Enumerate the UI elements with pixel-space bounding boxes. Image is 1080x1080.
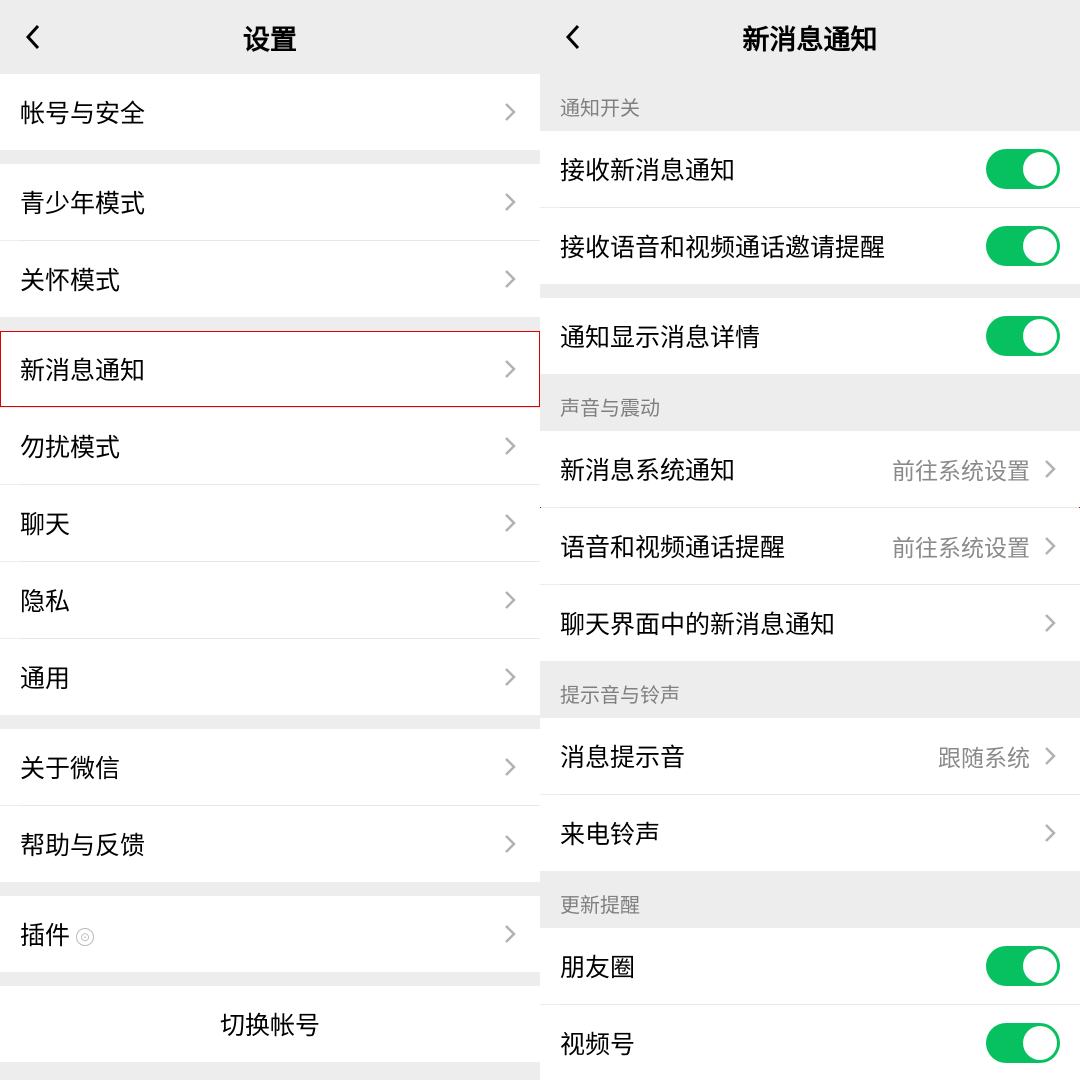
row-label: 帮助与反馈 [20,826,500,862]
row-label: 来电铃声 [560,815,1040,851]
row-label: 通用 [20,659,500,695]
row-value: 前往系统设置 [892,529,1030,563]
chevron-right-icon [500,269,520,289]
chevron-right-icon [500,924,520,944]
toggle-switch[interactable] [986,1023,1060,1063]
page-title: 设置 [0,18,540,57]
row-help-feedback[interactable]: 帮助与反馈 [0,806,540,882]
row-youth-mode[interactable]: 青少年模式 [0,164,540,240]
chevron-right-icon [500,359,520,379]
back-button[interactable] [558,21,590,53]
chevron-right-icon [1040,536,1060,556]
row-label: 语音和视频通话提醒 [560,528,892,564]
row-label: 帐号与安全 [20,94,500,130]
row-receive-new-message[interactable]: 接收新消息通知 [540,131,1080,207]
row-message-alert-tone[interactable]: 消息提示音 跟随系统 [540,718,1080,794]
section-header-sound-vibration: 声音与震动 [540,374,1080,431]
chevron-right-icon [500,757,520,777]
chevron-right-icon [500,192,520,212]
notifications-header: 新消息通知 [540,0,1080,74]
row-label: 插件 ⊙ [20,916,500,952]
plugin-icon: ⊙ [76,928,94,946]
settings-header: 设置 [0,0,540,74]
chevron-right-icon [1040,823,1060,843]
chevron-right-icon [1040,746,1060,766]
section-header-update-reminder: 更新提醒 [540,871,1080,928]
row-label: 接收语音和视频通话邀请提醒 [560,228,986,264]
row-label: 隐私 [20,582,500,618]
row-label: 新消息系统通知 [560,451,892,487]
toggle-switch[interactable] [986,316,1060,356]
section-gap [0,1062,540,1076]
row-label: 聊天 [20,505,500,541]
section-gap [0,715,540,729]
section-gap [0,150,540,164]
back-button[interactable] [18,21,50,53]
toggle-switch[interactable] [986,226,1060,266]
chevron-right-icon [1040,613,1060,633]
chevron-right-icon [500,667,520,687]
chevron-right-icon [500,590,520,610]
settings-panel: 设置 帐号与安全 青少年模式 关怀模式 新消息通知 勿扰模式 [0,0,540,1080]
section-gap [0,882,540,896]
notifications-scroll[interactable]: 通知开关 接收新消息通知 接收语音和视频通话邀请提醒 通知显示消息详情 声音与震… [540,74,1080,1080]
row-account-security[interactable]: 帐号与安全 [0,74,540,150]
toggle-switch[interactable] [986,946,1060,986]
row-new-message-notifications[interactable]: 新消息通知 [0,331,540,407]
row-value: 跟随系统 [938,739,1030,773]
row-show-message-detail[interactable]: 通知显示消息详情 [540,298,1080,374]
row-system-notification-new-message[interactable]: 新消息系统通知 前往系统设置 [540,431,1080,507]
row-value: 前往系统设置 [892,452,1030,486]
chevron-right-icon [500,834,520,854]
row-label: 聊天界面中的新消息通知 [560,605,1040,641]
switch-account-label: 切换帐号 [220,1006,320,1042]
notifications-panel: 新消息通知 通知开关 接收新消息通知 接收语音和视频通话邀请提醒 通知显示消息详… [540,0,1080,1080]
row-do-not-disturb[interactable]: 勿扰模式 [0,408,540,484]
row-moments[interactable]: 朋友圈 [540,928,1080,1004]
row-label: 通知显示消息详情 [560,318,986,354]
row-in-chat-new-message[interactable]: 聊天界面中的新消息通知 [540,585,1080,661]
row-label: 消息提示音 [560,738,938,774]
section-gap [540,284,1080,298]
row-care-mode[interactable]: 关怀模式 [0,241,540,317]
switch-account-button[interactable]: 切换帐号 [0,986,540,1062]
row-label: 朋友圈 [560,948,986,984]
row-label-text: 插件 [20,922,70,950]
row-voice-video-call-reminder[interactable]: 语音和视频通话提醒 前往系统设置 [540,508,1080,584]
highlighted-group: 新消息系统通知 前往系统设置 语音和视频通话提醒 前往系统设置 [540,431,1080,584]
row-plugins[interactable]: 插件 ⊙ [0,896,540,972]
settings-scroll[interactable]: 帐号与安全 青少年模式 关怀模式 新消息通知 勿扰模式 聊天 [0,74,540,1080]
row-label: 关怀模式 [20,261,500,297]
section-gap [0,972,540,986]
chevron-right-icon [500,513,520,533]
row-label: 视频号 [560,1025,986,1061]
row-privacy[interactable]: 隐私 [0,562,540,638]
row-about-wechat[interactable]: 关于微信 [0,729,540,805]
section-gap [0,317,540,331]
row-label: 青少年模式 [20,184,500,220]
section-header-notification-switch: 通知开关 [540,74,1080,131]
row-label: 勿扰模式 [20,428,500,464]
row-chats[interactable]: 聊天 [0,485,540,561]
section-header-alert-ringtone: 提示音与铃声 [540,661,1080,718]
row-label: 新消息通知 [20,351,500,387]
chevron-right-icon [500,436,520,456]
row-general[interactable]: 通用 [0,639,540,715]
row-label: 关于微信 [20,749,500,785]
page-title: 新消息通知 [540,18,1080,57]
row-receive-call-invite[interactable]: 接收语音和视频通话邀请提醒 [540,208,1080,284]
row-channels[interactable]: 视频号 [540,1005,1080,1080]
chevron-right-icon [500,102,520,122]
toggle-switch[interactable] [986,149,1060,189]
row-ringtone[interactable]: 来电铃声 [540,795,1080,871]
chevron-right-icon [1040,459,1060,479]
row-label: 接收新消息通知 [560,151,986,187]
